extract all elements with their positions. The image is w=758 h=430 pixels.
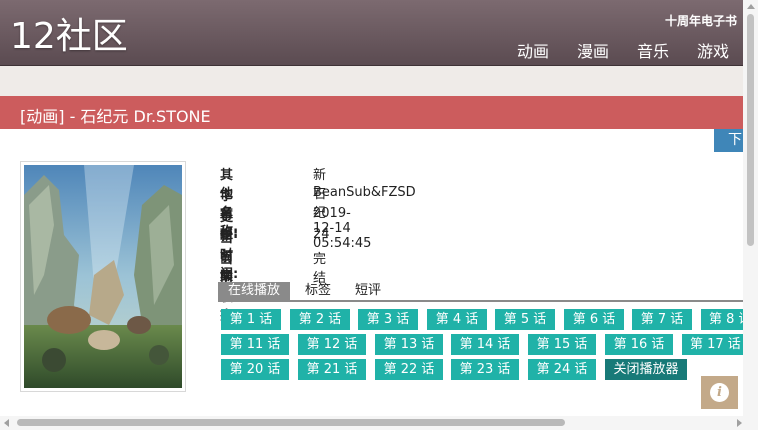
info-float-button[interactable]: i — [701, 376, 738, 409]
episode-button[interactable]: 第 24 话 — [528, 359, 596, 380]
episode-button[interactable]: 第 3 话 — [358, 309, 418, 330]
episode-button[interactable]: 第 14 话 — [451, 334, 519, 355]
episode-button[interactable]: 第 17 话 — [682, 334, 743, 355]
poster-image — [24, 165, 182, 388]
main-nav: 动画 漫画 音乐 游戏 — [489, 38, 729, 62]
episode-button[interactable]: 第 11 话 — [221, 334, 289, 355]
info-icon: i — [710, 383, 729, 402]
episode-button[interactable]: 第 4 话 — [427, 309, 487, 330]
episode-button[interactable]: 第 13 话 — [375, 334, 443, 355]
episode-button[interactable]: 第 21 话 — [298, 359, 366, 380]
episode-button[interactable]: 第 12 话 — [298, 334, 366, 355]
info-value: BeanSub&FZSD — [313, 185, 416, 200]
vertical-scrollbar[interactable] — [743, 0, 758, 416]
episode-button[interactable]: 第 2 话 — [290, 309, 350, 330]
page-title-bar: [动画] - 石纪元 Dr.STONE — [0, 96, 743, 129]
sub-bar — [0, 66, 743, 96]
site-header: 12社区 十周年电子书 动画 漫画 音乐 游戏 — [0, 0, 743, 66]
page-title: [动画] - 石纪元 Dr.STONE — [20, 107, 211, 126]
tab-reviews[interactable]: 短评 — [345, 282, 391, 300]
episode-button[interactable]: 第 5 话 — [495, 309, 555, 330]
nav-item-manga[interactable]: 漫画 — [577, 38, 609, 62]
episode-button[interactable]: 第 20 话 — [221, 359, 289, 380]
anime-poster — [20, 161, 186, 392]
content-tabs: 在线播放 标签 短评 — [218, 281, 743, 302]
episode-button[interactable]: 第 6 话 — [564, 309, 624, 330]
close-player-button[interactable]: 关闭播放器 — [605, 359, 687, 380]
episode-button[interactable]: 第 8 话 — [701, 309, 743, 330]
horizontal-scrollbar[interactable] — [0, 416, 758, 430]
info-value: 24 — [313, 227, 330, 242]
tab-online-play[interactable]: 在线播放 — [218, 282, 291, 300]
episode-button[interactable]: 第 7 话 — [632, 309, 692, 330]
episode-button[interactable]: 第 16 话 — [605, 334, 673, 355]
nav-item-music[interactable]: 音乐 — [637, 38, 669, 62]
download-tab[interactable]: 下 — [714, 129, 743, 152]
episode-button[interactable]: 第 23 话 — [451, 359, 519, 380]
site-logo[interactable]: 12社区 — [10, 15, 128, 59]
episode-button[interactable]: 第 22 话 — [375, 359, 443, 380]
episode-button[interactable]: 第 1 话 — [221, 309, 281, 330]
vertical-scroll-thumb[interactable] — [747, 14, 754, 246]
tab-tags[interactable]: 标签 — [295, 282, 341, 300]
ebook-link[interactable]: 十周年电子书 — [665, 12, 737, 29]
scroll-up-icon[interactable] — [747, 4, 755, 9]
scroll-left-icon[interactable] — [4, 419, 9, 427]
nav-item-games[interactable]: 游戏 — [697, 38, 729, 62]
horizontal-scroll-thumb[interactable] — [17, 419, 565, 426]
scroll-right-icon[interactable] — [737, 419, 742, 427]
nav-item-anime[interactable]: 动画 — [517, 38, 549, 62]
episode-button[interactable]: 第 15 话 — [528, 334, 596, 355]
